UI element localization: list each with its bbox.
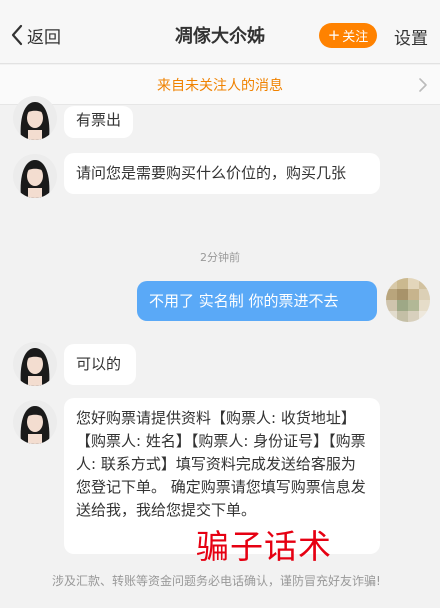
settings-button[interactable]: 设置 — [394, 24, 428, 49]
sender-avatar[interactable] — [13, 154, 57, 198]
notice-text: 来自未关注人的消息 — [157, 78, 283, 94]
message-bubble-incoming: 可以的 — [64, 344, 136, 385]
back-button[interactable]: 返回 — [10, 22, 61, 48]
fraud-warning-text: 涉及汇款、转账等资金问题务必电话确认，谨防冒充好友诈骗! — [52, 574, 381, 588]
sender-avatar[interactable] — [13, 96, 57, 140]
message-bubble-incoming: 请问您是需要购买什么价位的，购买几张 — [64, 153, 380, 194]
message-timestamp: 2分钟前 — [200, 251, 240, 264]
avatar-portrait-icon — [13, 96, 57, 140]
message-bubble-incoming: 有票出 — [64, 106, 134, 138]
message-text: 您好购票请提供资料【购票人: 收货地址】【购票人: 姓名】【购票人: 身份证号】… — [76, 409, 366, 519]
sender-avatar[interactable] — [13, 400, 57, 444]
avatar-blurred-icon — [386, 278, 430, 322]
follow-label: 关注 — [342, 30, 369, 45]
message-text: 不用了 实名制 你的票进不去 — [149, 292, 339, 310]
nav-bar: 返回 凋傢大尒姊 + 关注 设置 — [0, 0, 440, 64]
my-avatar[interactable] — [386, 278, 430, 322]
avatar-portrait-icon — [13, 154, 57, 198]
avatar-portrait-icon — [13, 342, 57, 386]
back-label: 返回 — [27, 27, 61, 48]
plus-icon: + — [327, 26, 341, 44]
sender-avatar[interactable] — [13, 342, 57, 386]
message-text: 有票出 — [76, 111, 122, 129]
message-bubble-outgoing: 不用了 实名制 你的票进不去 — [137, 281, 377, 321]
message-text: 请问您是需要购买什么价位的，购买几张 — [76, 164, 347, 182]
follow-button[interactable]: + 关注 — [319, 23, 377, 48]
chevron-right-icon — [419, 78, 427, 92]
stranger-notice-banner[interactable]: 来自未关注人的消息 — [0, 65, 440, 105]
avatar-portrait-icon — [13, 400, 57, 444]
message-text: 可以的 — [76, 355, 122, 373]
scam-script-caption: 骗子话术 — [196, 527, 332, 566]
chevron-left-icon — [11, 24, 23, 46]
